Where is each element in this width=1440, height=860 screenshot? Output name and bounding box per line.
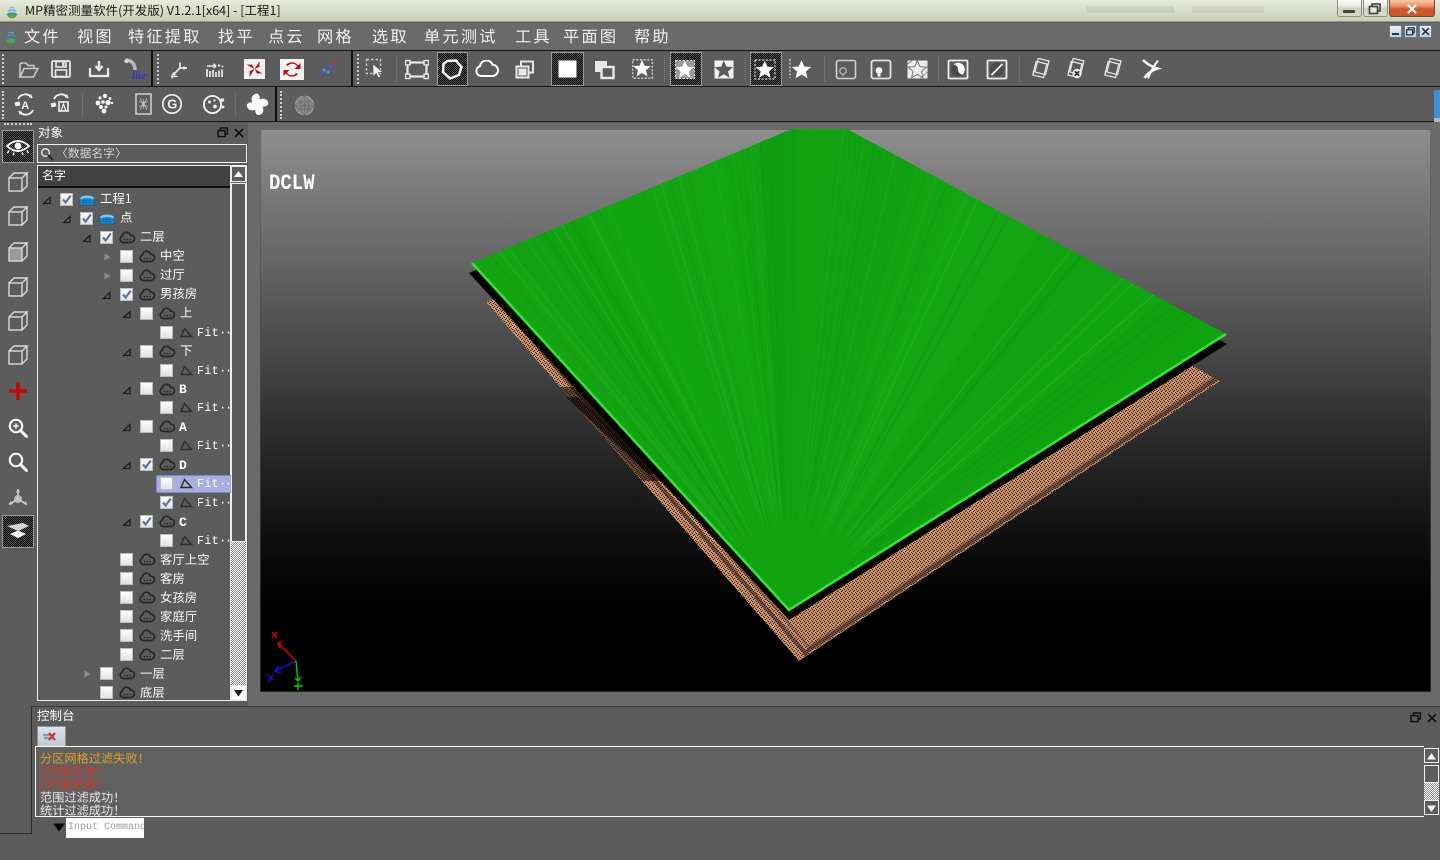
svg-text:A: A xyxy=(21,100,29,112)
svg-text:lite: lite xyxy=(132,70,146,81)
svg-text:G: G xyxy=(167,97,177,112)
